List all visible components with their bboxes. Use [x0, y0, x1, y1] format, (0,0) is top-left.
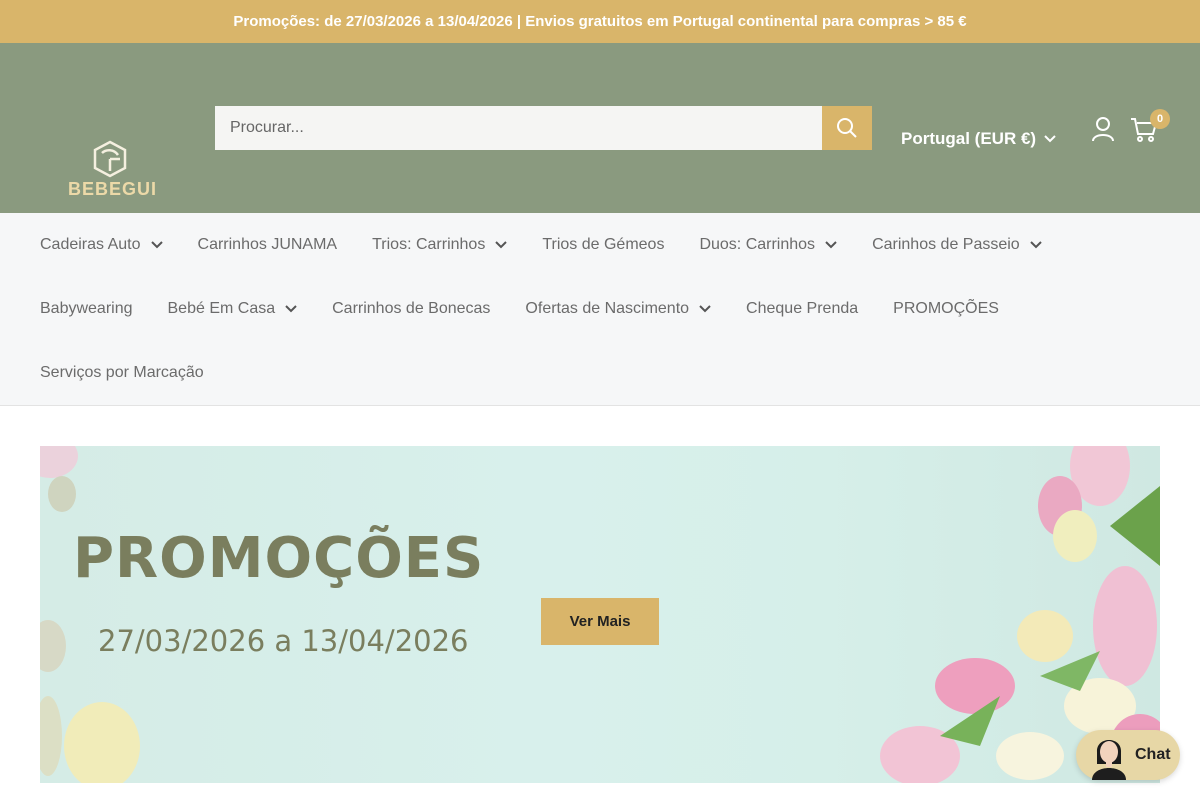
- chevron-down-icon: [1044, 135, 1056, 143]
- main-navigation: Cadeiras Auto Carrinhos JUNAMA Trios: Ca…: [0, 213, 1200, 406]
- chevron-down-icon: [150, 241, 163, 249]
- nav-item-trios-gemeos[interactable]: Trios de Gémeos: [542, 236, 664, 254]
- hero-dates: 27/03/2026 a 13/04/2026: [98, 624, 469, 658]
- nav-item-label: Cadeiras Auto: [40, 236, 141, 253]
- nav-item-carinhos-passeio[interactable]: Carinhos de Passeio: [872, 236, 1042, 254]
- search-input[interactable]: [215, 106, 822, 150]
- nav-item-ofertas-nascimento[interactable]: Ofertas de Nascimento: [525, 300, 711, 318]
- nav-row: Serviços por Marcação: [40, 355, 1160, 391]
- hero-title: PROMOÇÕES: [73, 526, 485, 591]
- nav-item-label: Trios de Gémeos: [542, 236, 665, 253]
- nav-item-babywearing[interactable]: Babywearing: [40, 300, 133, 318]
- nav-item-trios-carrinhos[interactable]: Trios: Carrinhos: [372, 236, 508, 254]
- chevron-down-icon: [285, 305, 297, 313]
- nav-row: Cadeiras Auto Carrinhos JUNAMA Trios: Ca…: [40, 227, 1160, 263]
- site-header: BEBEGUI Portugal (EUR €) 0: [0, 43, 1200, 213]
- announcement-text: Promoções: de 27/03/2026 a 13/04/2026 | …: [233, 13, 967, 30]
- country-label: Portugal (EUR €): [901, 129, 1037, 148]
- nav-item-label: Cheque Prenda: [746, 300, 859, 317]
- nav-item-promocoes[interactable]: PROMOÇÕES: [893, 300, 999, 318]
- country-selector[interactable]: Portugal (EUR €): [901, 129, 1056, 149]
- chat-label: Chat: [1135, 746, 1171, 763]
- hero-banner[interactable]: PROMOÇÕES 27/03/2026 a 13/04/2026 Ver Ma…: [40, 446, 1160, 783]
- chevron-down-icon: [495, 241, 508, 249]
- nav-item-label: PROMOÇÕES: [893, 300, 999, 317]
- nav-item-label: Carrinhos de Bonecas: [332, 300, 491, 317]
- nav-item-cadeiras-auto[interactable]: Cadeiras Auto: [40, 236, 163, 254]
- nav-item-label: Bebé Em Casa: [167, 300, 276, 317]
- nav-item-bebe-em-casa[interactable]: Bebé Em Casa: [168, 300, 298, 318]
- nav-item-label: Trios: Carrinhos: [372, 236, 486, 253]
- chevron-down-icon: [699, 305, 711, 313]
- chat-widget[interactable]: Chat: [1076, 730, 1180, 780]
- search-bar: [215, 106, 872, 150]
- chevron-down-icon: [825, 241, 837, 249]
- nav-item-label: Carinhos de Passeio: [872, 236, 1020, 253]
- account-button[interactable]: [1092, 116, 1114, 147]
- site-logo[interactable]: BEBEGUI: [68, 139, 158, 203]
- nav-item-label: Ofertas de Nascimento: [525, 300, 690, 317]
- nav-item-label: Babywearing: [40, 300, 133, 317]
- nav-item-label: Duos: Carrinhos: [699, 236, 816, 253]
- nav-row: Babywearing Bebé Em Casa Carrinhos de Bo…: [40, 291, 1160, 327]
- search-button[interactable]: [822, 106, 872, 150]
- user-icon: [1092, 117, 1114, 142]
- logo-text: BEBEGUI: [68, 179, 158, 199]
- ver-mais-button[interactable]: Ver Mais: [541, 598, 659, 645]
- chat-avatar-icon: [1092, 740, 1126, 780]
- cart-count-badge: 0: [1150, 109, 1170, 129]
- logo-icon: [93, 140, 127, 178]
- nav-item-cheque-prenda[interactable]: Cheque Prenda: [746, 300, 858, 318]
- search-icon: [837, 118, 857, 138]
- nav-item-servicos-marcacao[interactable]: Serviços por Marcação: [40, 364, 204, 382]
- nav-item-label: Carrinhos JUNAMA: [197, 236, 338, 253]
- chevron-down-icon: [1029, 241, 1042, 249]
- nav-item-carrinhos-junama[interactable]: Carrinhos JUNAMA: [198, 236, 338, 254]
- nav-item-carrinhos-bonecas[interactable]: Carrinhos de Bonecas: [332, 300, 490, 318]
- nav-item-duos-carrinhos[interactable]: Duos: Carrinhos: [699, 236, 837, 254]
- announcement-bar: Promoções: de 27/03/2026 a 13/04/2026 | …: [0, 0, 1200, 43]
- nav-item-label: Serviços por Marcação: [40, 364, 204, 381]
